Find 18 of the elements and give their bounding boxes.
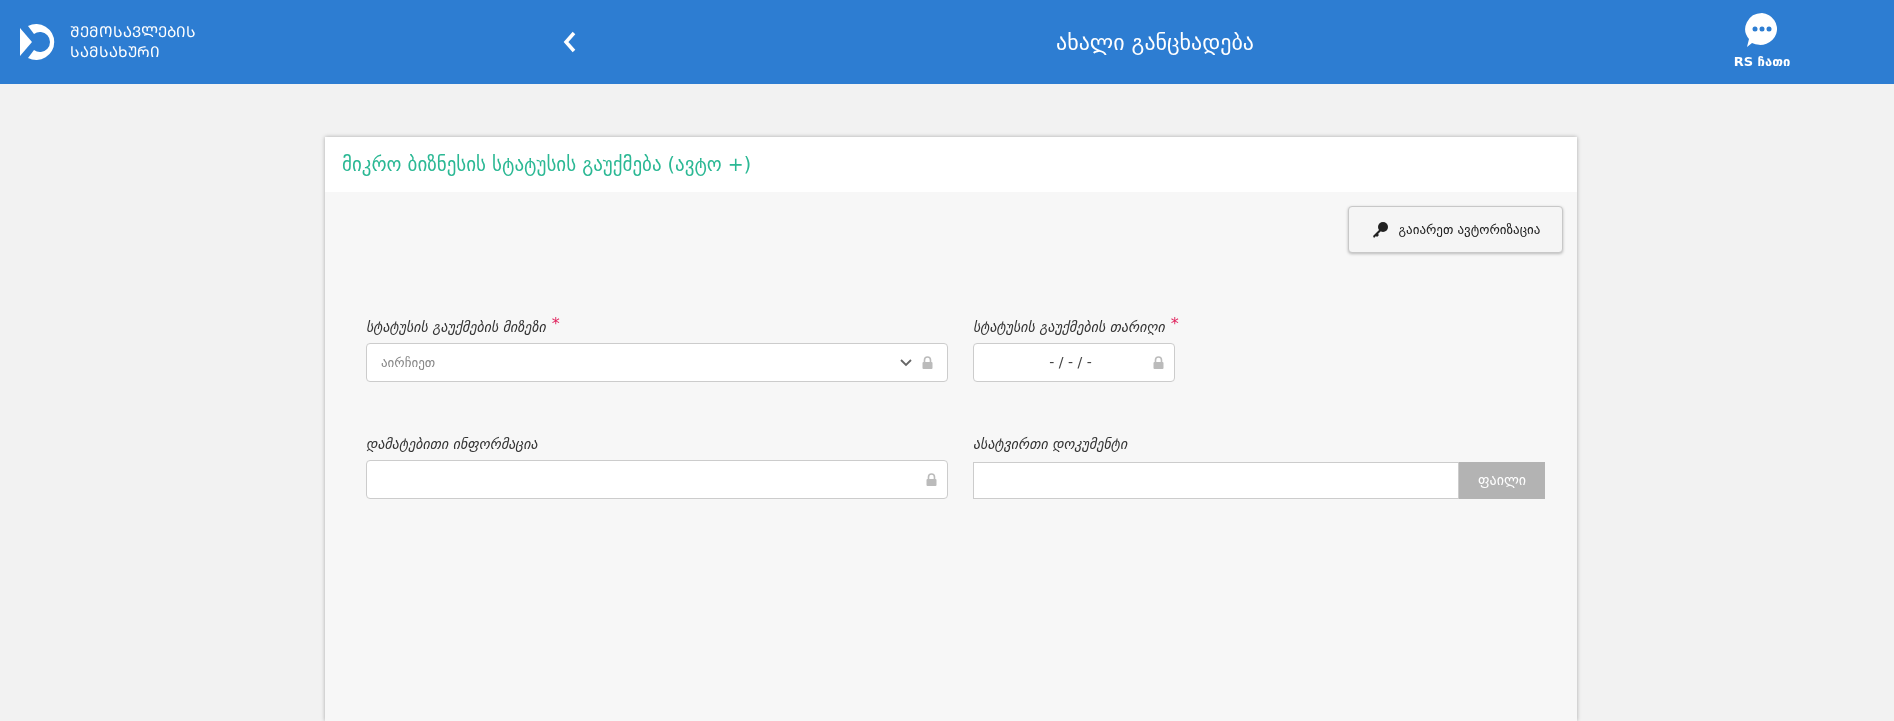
authorize-button[interactable]: გაიარეთ ავტორიზაცია bbox=[1348, 206, 1563, 253]
logo-text: ᲡᲐᲛᲡᲐᲮᲣᲠᲘ bbox=[70, 42, 161, 62]
required-mark: * bbox=[1170, 317, 1179, 331]
file-field[interactable] bbox=[973, 462, 1459, 499]
logo-text: ᲨᲔᲛᲝᲡᲐᲕᲚᲔᲑᲘᲡ bbox=[70, 22, 196, 42]
field-label: ასატვირთი დოკუმენტი bbox=[973, 435, 1128, 454]
date-field[interactable]: - / - / - bbox=[973, 343, 1175, 382]
select-field[interactable]: აირჩიეთ bbox=[366, 343, 948, 382]
field-label: დამატებითი ინფორმაცია bbox=[366, 435, 538, 454]
card-title: მიკრო ბიზნესის სტატუსის გაუქმება (ავტო +) bbox=[342, 152, 752, 178]
chat-button[interactable]: RS ჩათი bbox=[1720, 10, 1804, 72]
required-mark: * bbox=[551, 317, 560, 331]
field-label: სტატუსის გაუქმების მიზეზი bbox=[366, 318, 546, 337]
key-icon bbox=[1370, 220, 1389, 239]
chevron-down-icon bbox=[900, 358, 912, 367]
page-title: ახალი განცხადება bbox=[1054, 28, 1255, 57]
input-field[interactable] bbox=[366, 460, 948, 499]
field-label: სტატუსის გაუქმების თარიღი bbox=[973, 318, 1165, 337]
